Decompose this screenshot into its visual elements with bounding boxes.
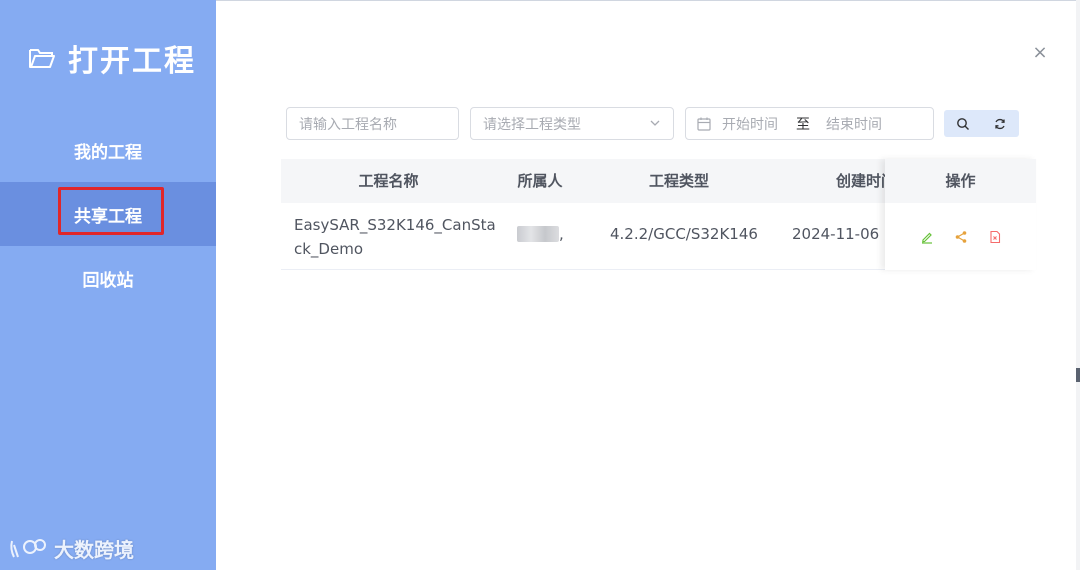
watermark: 大数跨境 xyxy=(8,534,134,563)
column-header-type: 工程类型 xyxy=(648,172,709,190)
project-type-select[interactable]: 请选择工程类型 xyxy=(470,107,674,140)
start-date-placeholder: 开始时间 xyxy=(722,116,778,133)
date-range-picker[interactable]: 开始时间 至 结束时间 xyxy=(685,107,934,140)
highlight-annotation xyxy=(58,187,164,235)
search-actions xyxy=(944,110,1019,137)
brand: 打开工程 xyxy=(28,36,196,80)
folder-open-icon xyxy=(29,49,55,68)
search-button[interactable] xyxy=(953,114,973,134)
scrollbar-thumb[interactable] xyxy=(1076,368,1080,382)
sidebar-item-my-projects[interactable]: 我的工程 xyxy=(0,118,216,182)
column-header-actions: 操作 xyxy=(945,172,976,190)
scrollbar-track[interactable] xyxy=(1076,0,1080,570)
chevron-down-icon xyxy=(650,120,660,126)
cell-created-time: 2024-11-06 1 xyxy=(792,225,894,243)
search-icon xyxy=(956,117,969,130)
sidebar: 打开工程 我的工程 共享工程 回收站 大数跨境 xyxy=(0,0,216,570)
sidebar-item-recycle-bin[interactable]: 回收站 xyxy=(0,246,216,310)
cell-project-type: 4.2.2/GCC/S32K146 xyxy=(610,225,758,243)
share-icon[interactable] xyxy=(954,230,968,244)
app-title: 打开工程 xyxy=(68,44,196,79)
project-name-line: ck_Demo xyxy=(294,240,364,258)
owner-redacted xyxy=(517,226,559,242)
project-type-placeholder: 请选择工程类型 xyxy=(483,116,581,133)
cell-project-name: EasySAR_S32K146_CanSta ck_Demo xyxy=(294,213,496,261)
project-name-line: EasySAR_S32K146_CanSta xyxy=(294,216,496,234)
watermark-text: 大数跨境 xyxy=(54,538,134,562)
actions-header-bg: 操作 xyxy=(885,159,1036,203)
column-header-owner: 所属人 xyxy=(517,172,563,190)
sidebar-item-label: 我的工程 xyxy=(74,142,142,163)
reset-button[interactable] xyxy=(990,114,1010,134)
date-separator: 至 xyxy=(796,116,810,133)
sidebar-item-label: 回收站 xyxy=(82,270,134,291)
project-name-placeholder: 请输入工程名称 xyxy=(299,116,397,133)
refresh-icon xyxy=(995,118,1005,129)
project-name-input[interactable]: 请输入工程名称 xyxy=(286,107,459,140)
delete-file-icon[interactable] xyxy=(988,230,1002,244)
end-date-placeholder: 结束时间 xyxy=(826,116,882,133)
close-button[interactable]: × xyxy=(1031,44,1049,62)
main-panel xyxy=(216,0,1080,570)
column-header-name: 工程名称 xyxy=(358,172,419,190)
edit-icon[interactable] xyxy=(920,230,934,244)
calendar-icon xyxy=(697,117,711,131)
watermark-logo-icon xyxy=(10,538,46,557)
cell-owner: , xyxy=(559,225,564,243)
